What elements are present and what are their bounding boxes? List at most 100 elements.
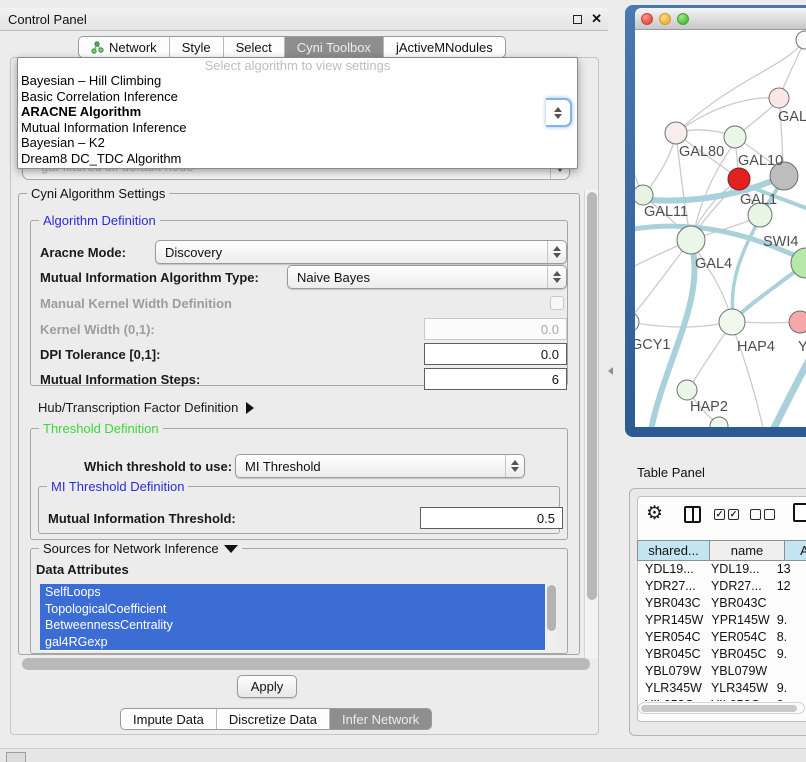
dpi-tolerance-label: DPI Tolerance [0,1]: <box>40 347 160 362</box>
table-row[interactable]: YBL079WYBL079W <box>637 663 806 680</box>
attribute-item[interactable]: TopologicalCoefficient <box>40 601 545 618</box>
node-gal11[interactable] <box>635 185 653 205</box>
tab-discretize-data[interactable]: Discretize Data <box>217 709 330 729</box>
table-horizontal-scrollbar[interactable] <box>638 702 805 714</box>
unchecked-checkbox-icon[interactable] <box>750 509 761 520</box>
tab-impute-data[interactable]: Impute Data <box>121 709 217 729</box>
attribute-item[interactable]: SelfLoops <box>40 584 545 601</box>
close-icon[interactable]: ✕ <box>591 11 602 27</box>
node[interactable] <box>796 31 806 49</box>
tab-jactivemnodules[interactable]: jActiveMNodules <box>384 37 505 57</box>
columns-icon[interactable] <box>684 506 701 523</box>
sources-group-title[interactable]: Sources for Network Inference <box>39 541 242 556</box>
table-body[interactable]: YDL19...YDL19...13 YDR27...YDR27...12 YB… <box>637 561 806 701</box>
expand-right-icon <box>246 402 254 414</box>
node-pink[interactable] <box>789 311 806 333</box>
kernel-width-field[interactable]: 0.0 <box>424 318 567 340</box>
tab-style[interactable]: Style <box>170 37 224 57</box>
cell: YLR345W <box>703 680 771 697</box>
control-panel-titlebar: Control Panel ✕ <box>0 8 608 31</box>
aracne-mode-combobox[interactable]: Discovery <box>155 240 567 264</box>
apply-button[interactable]: Apply <box>237 675 297 698</box>
zoom-traffic-light[interactable] <box>677 13 689 25</box>
gear-icon[interactable]: ⚙ <box>646 502 663 525</box>
data-attributes-list[interactable]: SelfLoops TopologicalCoefficient Between… <box>40 584 557 651</box>
table-row[interactable]: YBR045CYBR045C9. <box>637 646 806 663</box>
table-row[interactable]: YDL19...YDL19...13 <box>637 561 806 578</box>
table-row[interactable]: YLR345WYLR345W9. <box>637 680 806 697</box>
attribute-item[interactable]: BetweennessCentrality <box>40 617 545 634</box>
algorithm-dropdown-popup: Select algorithm to view settings Bayesi… <box>17 57 578 169</box>
settings-vertical-scrollbar[interactable] <box>584 190 598 658</box>
tab-discretize-data-label: Discretize Data <box>229 712 317 727</box>
close-traffic-light[interactable] <box>641 13 653 25</box>
tab-infer-network[interactable]: Infer Network <box>330 709 431 729</box>
node-hap4[interactable] <box>719 309 745 335</box>
column-header-shared-name[interactable]: shared... <box>637 540 710 561</box>
table-row[interactable]: YDR27...YDR27...12 <box>637 578 806 595</box>
float-window-icon[interactable] <box>573 15 582 24</box>
table-panel-title: Table Panel <box>637 465 705 480</box>
dpi-tolerance-field[interactable]: 0.0 <box>424 343 567 365</box>
column-header-name[interactable]: name <box>710 540 785 561</box>
focused-combobox-fragment[interactable] <box>546 98 572 127</box>
panel-restore-button[interactable] <box>6 752 26 762</box>
node-red[interactable] <box>728 168 750 190</box>
node-gal4[interactable] <box>677 226 705 254</box>
attribute-item[interactable]: gal4RGexp <box>40 634 545 651</box>
document-icon[interactable] <box>793 503 806 522</box>
column-header-partial[interactable]: A <box>785 540 806 561</box>
hub-definition-label: Hub/Transcription Factor Definition <box>38 400 238 415</box>
node-label: GAL4 <box>695 256 732 272</box>
table-row[interactable]: YIL052CYIL052C0. <box>637 697 806 701</box>
table-row[interactable]: YBR043CYBR043C <box>637 595 806 612</box>
network-canvas[interactable]: GAL GAL80 GAL10 GAL1 GAL11 SWI4 GAL4 GCY… <box>635 30 806 427</box>
cell: YPR145W <box>637 612 703 629</box>
algorithm-option[interactable]: Mutual Information Inference <box>18 120 577 136</box>
cell: YDL19... <box>703 561 771 578</box>
threshold-definition-title: Threshold Definition <box>39 421 163 436</box>
control-panel-tabbar: Network Style Select Cyni Toolbox jActiv… <box>78 36 506 58</box>
settings-horizontal-scrollbar[interactable] <box>22 658 590 670</box>
hub-definition-toggle[interactable]: Hub/Transcription Factor Definition <box>38 400 254 415</box>
panel-collapse-arrow-icon[interactable] <box>608 367 613 375</box>
tab-cyni-toolbox[interactable]: Cyni Toolbox <box>285 37 384 57</box>
algorithm-option-selected[interactable]: ARACNE Algorithm <box>18 104 577 120</box>
node-label: GAL1 <box>740 192 777 208</box>
which-threshold-combobox[interactable]: MI Threshold <box>235 454 525 478</box>
node-gal10[interactable] <box>724 126 746 148</box>
node-gcy1[interactable] <box>635 312 639 332</box>
node-label: SWI4 <box>763 234 798 250</box>
cell: YDR27... <box>703 578 771 595</box>
mi-threshold-label: Mutual Information Threshold: <box>48 511 236 526</box>
network-window-titlebar[interactable] <box>635 8 806 30</box>
network-icon <box>91 41 104 54</box>
unchecked-checkbox-icon[interactable] <box>764 509 775 520</box>
algorithm-option[interactable]: Bayesian – K2 <box>18 135 577 151</box>
mi-steps-field[interactable]: 6 <box>424 368 567 390</box>
node-label: GCY1 <box>635 337 671 353</box>
cell: 9. <box>771 646 806 663</box>
mi-algorithm-type-combobox[interactable]: Naive Bayes <box>287 265 567 289</box>
tab-select[interactable]: Select <box>224 37 285 57</box>
mi-threshold-field[interactable]: 0.5 <box>420 507 563 529</box>
table-row[interactable]: YPR145WYPR145W9. <box>637 612 806 629</box>
checked-checkbox-icon[interactable]: ✓ <box>714 509 725 520</box>
node-hap2[interactable] <box>677 380 697 400</box>
tab-network[interactable]: Network <box>79 37 170 57</box>
minimize-traffic-light[interactable] <box>659 13 671 25</box>
node[interactable] <box>769 88 789 108</box>
node[interactable] <box>710 417 728 427</box>
table-row[interactable]: YER054CYER054C8. <box>637 629 806 646</box>
manual-kernel-width-checkbox[interactable] <box>550 296 564 310</box>
algorithm-option[interactable]: Bayesian – Hill Climbing <box>18 73 577 89</box>
cyni-bottom-tabbar: Impute Data Discretize Data Infer Networ… <box>120 708 432 730</box>
algorithm-option[interactable]: Basic Correlation Inference <box>18 89 577 105</box>
attributes-scrollbar[interactable] <box>545 584 557 651</box>
node-gal80[interactable] <box>665 122 687 144</box>
dpi-tolerance-value: 0.0 <box>541 347 559 362</box>
algorithm-option[interactable]: Dream8 DC_TDC Algorithm <box>18 151 577 167</box>
checked-checkbox-icon[interactable]: ✓ <box>728 509 739 520</box>
cell <box>771 663 806 680</box>
cyni-algorithm-settings-title: Cyni Algorithm Settings <box>27 186 169 201</box>
